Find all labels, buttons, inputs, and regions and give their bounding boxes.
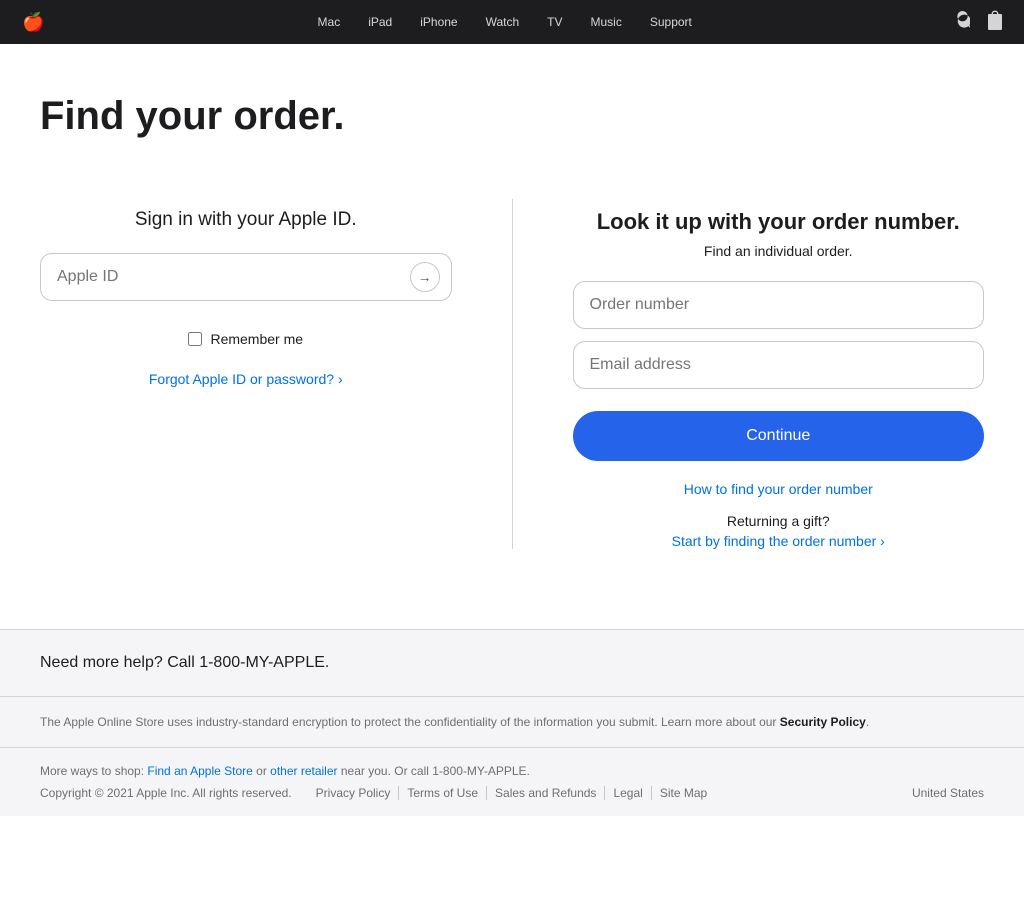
other-retailer-link[interactable]: other retailer: [270, 764, 337, 778]
security-notice-text: The Apple Online Store uses industry-sta…: [40, 715, 776, 729]
forgot-apple-id-link[interactable]: Forgot Apple ID or password? ›: [149, 371, 343, 387]
help-bar: Need more help? Call 1-800-MY-APPLE.: [0, 629, 1024, 696]
search-icon[interactable]: [955, 0, 970, 47]
footer-copyright: Copyright © 2021 Apple Inc. All rights r…: [40, 786, 292, 800]
footer-left-group: Copyright © 2021 Apple Inc. All rights r…: [40, 786, 715, 800]
footer-sales-refunds-link[interactable]: Sales and Refunds: [487, 786, 605, 800]
footer-links: Privacy Policy Terms of Use Sales and Re…: [308, 786, 716, 800]
footer-more-ways-text: More ways to shop:: [40, 764, 144, 778]
footer-site-map-link[interactable]: Site Map: [652, 786, 715, 800]
page-title: Find your order.: [40, 94, 984, 139]
nav-item-ipad[interactable]: iPad: [354, 15, 406, 29]
footer-privacy-policy-link[interactable]: Privacy Policy: [308, 786, 400, 800]
nav-item-watch[interactable]: Watch: [472, 15, 534, 29]
security-notice-end: .: [866, 715, 869, 729]
nav-icon-group: [955, 0, 1002, 47]
order-lookup-heading: Look it up with your order number.: [573, 209, 985, 235]
footer-bottom-row: Copyright © 2021 Apple Inc. All rights r…: [40, 786, 984, 800]
bag-icon[interactable]: [988, 0, 1002, 47]
nav-item-mac[interactable]: Mac: [304, 15, 355, 29]
continue-button[interactable]: Continue: [573, 411, 985, 461]
main-content: Find your order. Sign in with your Apple…: [0, 44, 1024, 629]
remember-me-label: Remember me: [210, 331, 303, 347]
apple-id-submit-button[interactable]: →: [410, 262, 440, 292]
order-number-input[interactable]: [573, 281, 985, 329]
footer-region: United States: [912, 786, 984, 800]
apple-logo-icon[interactable]: 🍎: [22, 12, 44, 33]
returning-gift-text: Returning a gift?: [573, 513, 985, 529]
footer-terms-of-use-link[interactable]: Terms of Use: [399, 786, 487, 800]
two-column-layout: Sign in with your Apple ID. → Remember m…: [40, 199, 984, 549]
nav-item-music[interactable]: Music: [577, 15, 636, 29]
apple-id-input[interactable]: [40, 253, 452, 301]
find-apple-store-link[interactable]: Find an Apple Store: [147, 764, 252, 778]
footer-more-ways: More ways to shop: Find an Apple Store o…: [40, 764, 984, 778]
nav-item-tv[interactable]: TV: [533, 15, 576, 29]
help-bar-text: Need more help? Call 1-800-MY-APPLE.: [40, 654, 329, 671]
navigation: 🍎 Mac iPad iPhone Watch TV Music Support: [0, 0, 1024, 44]
apple-id-signin-section: Sign in with your Apple ID. → Remember m…: [40, 199, 513, 549]
footer: More ways to shop: Find an Apple Store o…: [0, 747, 1024, 816]
nav-menu: Mac iPad iPhone Watch TV Music Support: [54, 15, 955, 29]
order-lookup-subtitle: Find an individual order.: [573, 243, 985, 259]
nav-item-support[interactable]: Support: [636, 15, 706, 29]
start-finding-order-number-link[interactable]: Start by finding the order number ›: [573, 533, 985, 549]
remember-me-row: Remember me: [40, 331, 452, 347]
nav-item-iphone[interactable]: iPhone: [406, 15, 471, 29]
email-address-input[interactable]: [573, 341, 985, 389]
footer-legal-link[interactable]: Legal: [605, 786, 651, 800]
remember-me-checkbox[interactable]: [188, 332, 202, 346]
how-to-find-order-number-link[interactable]: How to find your order number: [573, 481, 985, 497]
security-policy-link[interactable]: Security Policy: [780, 715, 866, 729]
apple-id-heading: Sign in with your Apple ID.: [40, 209, 452, 231]
apple-id-input-wrapper: →: [40, 253, 452, 301]
order-number-section: Look it up with your order number. Find …: [513, 199, 985, 549]
security-notice: The Apple Online Store uses industry-sta…: [0, 696, 1024, 747]
forgot-link-wrapper: Forgot Apple ID or password? ›: [40, 371, 452, 387]
